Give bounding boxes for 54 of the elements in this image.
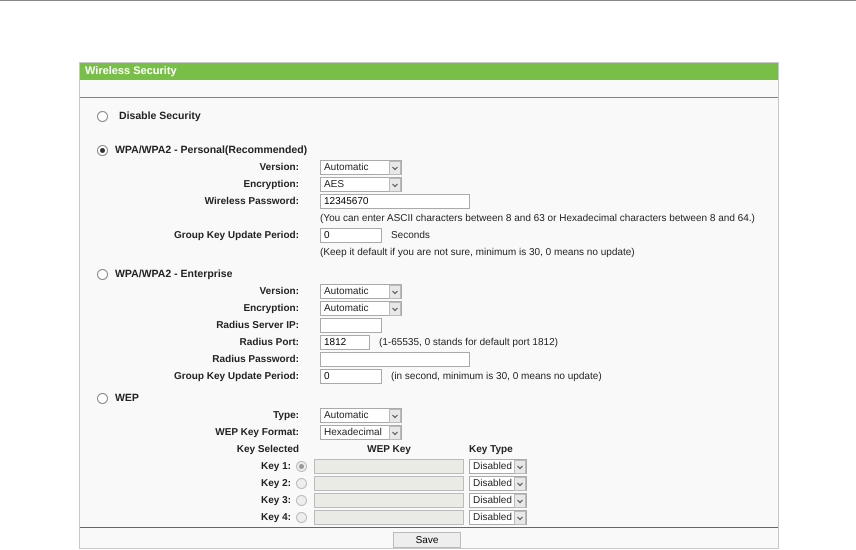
dropdown[interactable]: Automatic <box>320 408 402 423</box>
input-field[interactable] <box>320 352 470 367</box>
caret-icon <box>389 408 401 422</box>
radio-button[interactable] <box>97 268 108 280</box>
hint-text: (in second, minimum is 30, 0 means no update) <box>391 371 602 382</box>
hint-text: Seconds <box>391 230 430 241</box>
hint-text: (Keep it default if you are not sure, minimum is 30, 0 means no update) <box>320 247 636 258</box>
option-label: WEP <box>115 392 139 404</box>
column-header: WEP Key <box>366 444 412 455</box>
dropdown[interactable]: Automatic <box>320 160 402 175</box>
caret-icon <box>389 284 401 298</box>
option-label: WPA/WPA2 - Personal(Recommended) <box>115 144 308 156</box>
field-label: Radius Password: <box>211 354 299 365</box>
dropdown[interactable]: Hexadecimal <box>320 425 402 440</box>
field-label: Radius Port: <box>238 337 299 348</box>
caret-icon <box>514 494 526 508</box>
hint-text: (You can enter ASCII characters between 8 and 63 or Hexadecimal characters between 8 and 64.) <box>320 213 756 224</box>
dropdown[interactable]: Automatic <box>320 284 402 299</box>
column-header: Key Selected <box>236 444 300 455</box>
field-label: Wireless Password: <box>204 196 299 207</box>
field-label: Version: <box>258 162 299 173</box>
option-label: WPA/WPA2 - Enterprise <box>115 268 232 280</box>
field-label: Version: <box>258 286 299 297</box>
caret-icon <box>514 510 526 524</box>
caret-icon <box>389 160 401 174</box>
field-label: Encryption: <box>242 179 299 190</box>
option-label: Disable Security <box>119 110 201 122</box>
input-field[interactable]: 1812 <box>320 335 370 350</box>
caret-icon <box>389 178 401 192</box>
field-label: Group Key Update Period: <box>172 230 299 241</box>
save-button[interactable]: Save <box>393 532 461 548</box>
input-field[interactable]: 0 <box>320 228 382 243</box>
field-label: Encryption: <box>242 303 299 314</box>
key-label: Key 2: <box>260 478 291 489</box>
key-label: Key 3: <box>260 495 291 506</box>
field-label: Type: <box>272 410 299 421</box>
caret-icon <box>389 302 401 316</box>
field-label: Group Key Update Period: <box>172 371 299 382</box>
input-field[interactable]: 0 <box>320 369 382 384</box>
column-header: Key Type <box>469 444 514 455</box>
caret-icon <box>389 426 401 440</box>
field-label: WEP Key Format: <box>214 427 299 438</box>
radio-button[interactable] <box>97 144 108 156</box>
dropdown[interactable]: Automatic <box>320 301 402 316</box>
hint-text: (1-65535, 0 stands for default port 1812) <box>379 337 558 348</box>
key-label: Key 1: <box>260 461 291 472</box>
key-label: Key 4: <box>260 512 291 523</box>
radio-button[interactable] <box>97 392 108 404</box>
input-field[interactable] <box>320 318 382 333</box>
input-field[interactable]: 12345670 <box>320 194 470 209</box>
field-label: Radius Server IP: <box>215 320 299 331</box>
caret-icon <box>514 476 526 490</box>
caret-icon <box>514 460 526 474</box>
dropdown[interactable]: AES <box>320 177 402 192</box>
